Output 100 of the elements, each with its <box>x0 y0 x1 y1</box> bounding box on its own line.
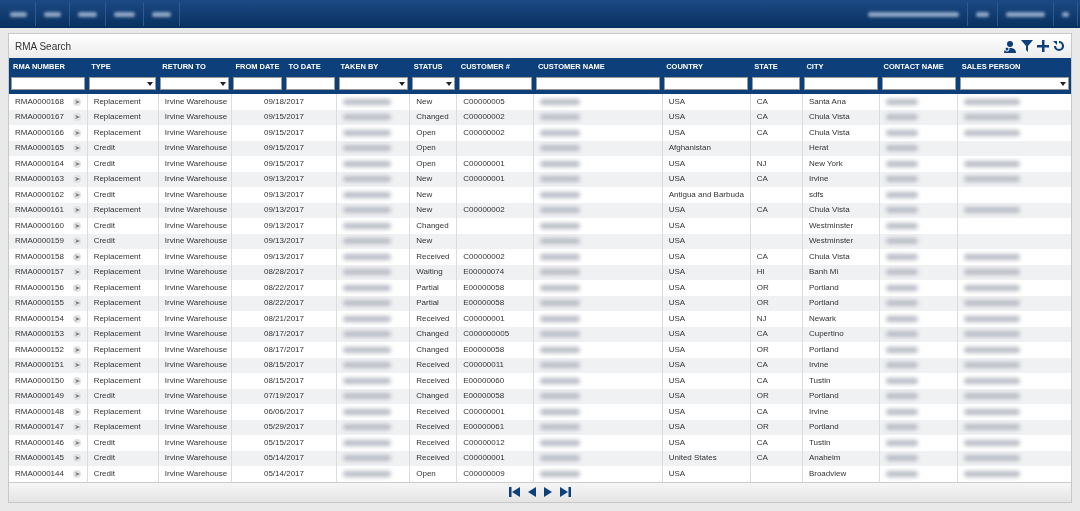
table-row[interactable]: RMA0000156 Replacement Irvine Warehouse 08/22/2017 Partial E00000058 USA OR Portland <box>9 280 1071 296</box>
type-text: Replacement <box>93 406 141 416</box>
rma-number: RMA0000151 <box>15 359 64 372</box>
table-row[interactable]: RMA0000164 Credit Irvine Warehouse 09/15/2017 Open C00000001 USA NJ New York <box>9 156 1071 172</box>
arrow-icon[interactable] <box>72 314 81 323</box>
arrow-icon[interactable] <box>72 206 81 215</box>
type-text: Replacement <box>93 313 141 323</box>
arrow-icon[interactable] <box>72 345 81 354</box>
table-row[interactable]: RMA0000166 Replacement Irvine Warehouse 09/15/2017 Open C00000002 USA CA Chula Vista <box>9 125 1071 141</box>
arrow-icon[interactable] <box>72 330 81 339</box>
blurred-text <box>343 269 392 276</box>
previous-page-icon[interactable] <box>528 487 536 497</box>
return-to-text: Irvine Warehouse <box>164 344 228 354</box>
last-page-icon[interactable] <box>560 487 571 497</box>
return-to-text: Irvine Warehouse <box>164 127 228 137</box>
arrow-icon[interactable] <box>72 361 81 370</box>
filter-field[interactable] <box>664 77 749 90</box>
country-text: USA <box>668 375 686 385</box>
return-to-text: Irvine Warehouse <box>164 391 228 401</box>
arrow-icon[interactable] <box>72 159 81 168</box>
table-row[interactable]: RMA0000158 Replacement Irvine Warehouse 09/13/2017 Received C00000002 USA CA Chula Vista <box>9 249 1071 265</box>
arrow-icon[interactable] <box>72 97 81 106</box>
type-text: Replacement <box>93 375 141 385</box>
arrow-icon[interactable] <box>72 113 81 122</box>
date-text: 09/13/2017 <box>263 205 304 215</box>
table-row[interactable]: RMA0000154 Replacement Irvine Warehouse 08/21/2017 Received C00000001 USA NJ Newark <box>9 311 1071 327</box>
state-text: CA <box>756 375 768 385</box>
blurred-text <box>343 176 392 183</box>
blurred-text <box>886 129 919 136</box>
arrow-icon[interactable] <box>72 423 81 432</box>
date-text: 09/18/2017 <box>263 96 304 106</box>
table-row[interactable]: RMA0000168 Replacement Irvine Warehouse 09/18/2017 New C00000005 USA CA Santa Ana <box>9 94 1071 110</box>
type-text: Replacement <box>93 251 141 261</box>
city-text: Portland <box>808 422 839 432</box>
arrow-icon[interactable] <box>72 128 81 137</box>
first-page-icon[interactable] <box>509 487 520 497</box>
customer-number: C00000001 <box>463 313 505 323</box>
arrow-icon[interactable] <box>72 454 81 463</box>
filter-field[interactable] <box>804 77 878 90</box>
city-text: Chula Vista <box>808 205 850 215</box>
blurred-text <box>886 331 919 338</box>
filter-field[interactable] <box>233 77 283 90</box>
return-to-text: Irvine Warehouse <box>164 267 228 277</box>
arrow-icon[interactable] <box>72 407 81 416</box>
blurred-text <box>540 470 581 477</box>
blurred-text <box>886 470 919 477</box>
filter-dropdown[interactable] <box>160 77 230 90</box>
blurred-text <box>343 424 392 431</box>
filter-dropdown[interactable] <box>89 77 157 90</box>
filter-field[interactable] <box>11 77 86 90</box>
table-row[interactable]: RMA0000144 Credit Irvine Warehouse 05/14/2017 Open C00000009 USA Broadview <box>9 466 1071 482</box>
filter-field[interactable] <box>752 77 801 90</box>
status-text: Received <box>416 437 450 447</box>
filter-field[interactable] <box>881 77 956 90</box>
users-icon[interactable] <box>1003 39 1017 53</box>
refresh-icon[interactable] <box>1053 40 1065 52</box>
blurred-text <box>886 253 919 260</box>
filter-field[interactable] <box>458 77 532 90</box>
state-text: NJ <box>756 313 767 323</box>
table-row[interactable]: RMA0000146 Credit Irvine Warehouse 05/15/2017 Received C00000012 USA CA Tustin <box>9 435 1071 451</box>
arrow-icon[interactable] <box>72 376 81 385</box>
date-text: 09/15/2017 <box>263 158 304 168</box>
table-row[interactable]: RMA0000160 Credit Irvine Warehouse 09/13/2017 Changed USA Westminster <box>9 218 1071 234</box>
arrow-icon[interactable] <box>72 469 81 478</box>
status-text: Received <box>416 360 450 370</box>
table-row[interactable]: RMA0000148 Replacement Irvine Warehouse 06/06/2017 Received C00000001 USA CA Irvine <box>9 404 1071 420</box>
arrow-icon[interactable] <box>72 144 81 153</box>
filter-field[interactable] <box>535 77 661 90</box>
blurred-text <box>540 377 581 384</box>
country-text: Antigua and Barbuda <box>668 189 744 199</box>
return-to-text: Irvine Warehouse <box>164 205 228 215</box>
arrow-icon[interactable] <box>72 175 81 184</box>
arrow-icon[interactable] <box>72 268 81 277</box>
next-page-icon[interactable] <box>544 487 552 497</box>
rma-number: RMA0000167 <box>15 111 64 124</box>
table-row[interactable]: RMA0000162 Credit Irvine Warehouse 09/13/2017 New Antigua and Barbuda sdfs <box>9 187 1071 203</box>
return-to-text: Irvine Warehouse <box>164 174 228 184</box>
table-row[interactable]: RMA0000150 Replacement Irvine Warehouse 08/15/2017 Received E00000060 USA CA Tustin <box>9 373 1071 389</box>
arrow-icon[interactable] <box>72 283 81 292</box>
add-icon[interactable] <box>1037 40 1049 52</box>
customer-number: C00000009 <box>463 468 505 478</box>
type-text: Credit <box>93 220 115 230</box>
arrow-icon[interactable] <box>72 190 81 199</box>
blurred-text <box>343 362 392 369</box>
arrow-icon[interactable] <box>72 221 81 230</box>
arrow-icon[interactable] <box>72 299 81 308</box>
status-text: New <box>416 96 433 106</box>
filter-field[interactable] <box>286 77 335 90</box>
table-row[interactable]: RMA0000152 Replacement Irvine Warehouse 08/17/2017 Changed E00000058 USA OR Portland <box>9 342 1071 358</box>
blurred-text <box>886 145 919 152</box>
arrow-icon[interactable] <box>72 438 81 447</box>
rma-number: RMA0000144 <box>15 467 64 480</box>
filter-dropdown[interactable] <box>411 77 455 90</box>
rma-number: RMA0000162 <box>15 188 64 201</box>
arrow-icon[interactable] <box>72 392 81 401</box>
filter-icon[interactable] <box>1021 40 1033 52</box>
arrow-icon[interactable] <box>72 252 81 261</box>
filter-dropdown[interactable] <box>338 77 408 90</box>
arrow-icon[interactable] <box>72 237 81 246</box>
date-text: 08/22/2017 <box>263 282 304 292</box>
